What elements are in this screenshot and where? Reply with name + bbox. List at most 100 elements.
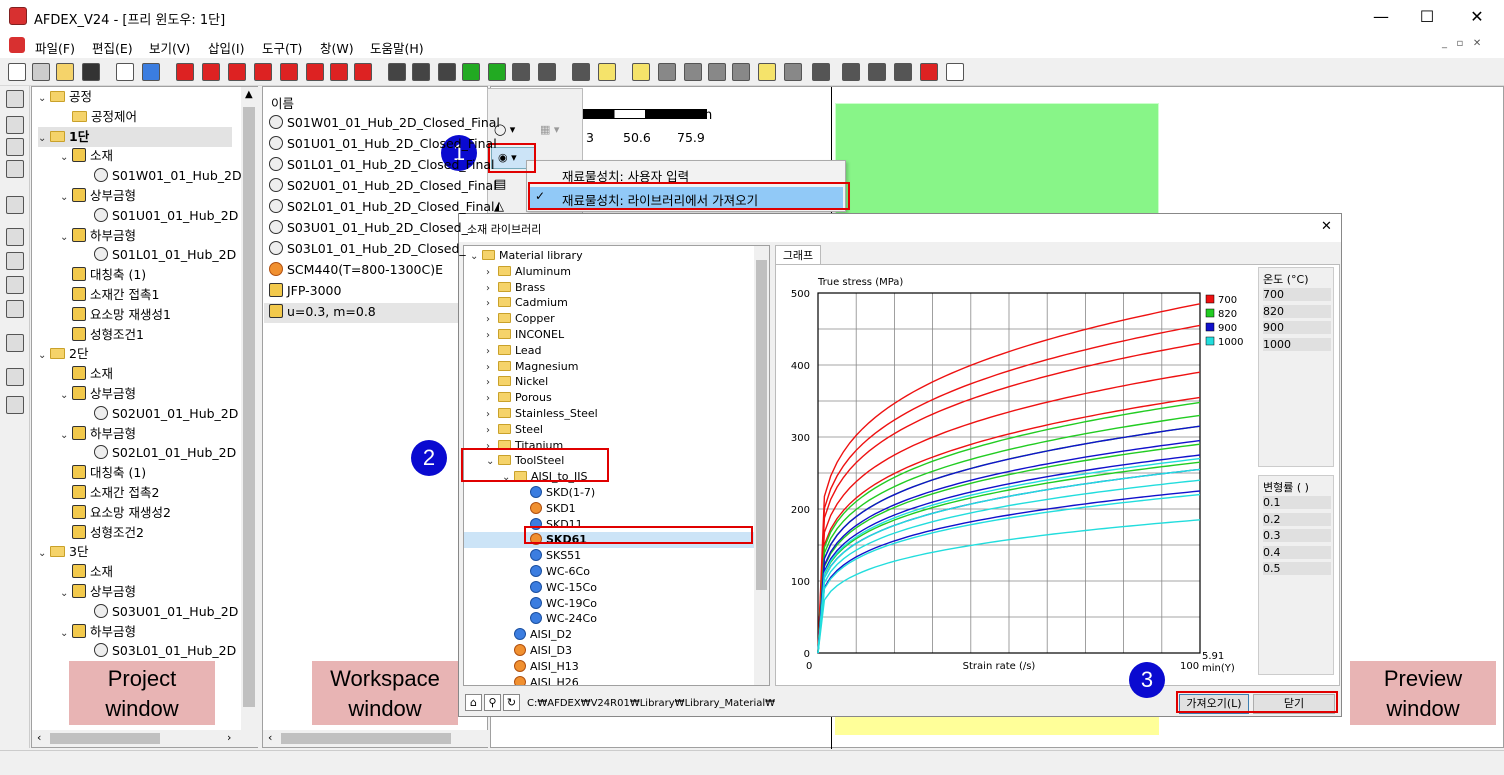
scroll-up-arrow[interactable]: ▲: [245, 89, 253, 100]
toolbar-button-icon[interactable]: [116, 63, 134, 81]
side-tool-icon[interactable]: [6, 160, 24, 178]
library-tree-item[interactable]: › Brass: [486, 280, 545, 296]
toolbar-button-icon[interactable]: [462, 63, 480, 81]
library-tree-item[interactable]: › INCONEL: [486, 327, 564, 343]
toolbar-button-icon[interactable]: [142, 63, 160, 81]
library-tree-item[interactable]: › Stainless_Steel: [486, 406, 598, 422]
library-tree-item[interactable]: › Cadmium: [486, 295, 568, 311]
tree-item[interactable]: ⌄ 상부금형: [60, 186, 136, 206]
toolbar-button-icon[interactable]: [202, 63, 220, 81]
chevron-down-icon[interactable]: ⌄: [38, 129, 50, 149]
search-icon[interactable]: ⚲: [484, 694, 501, 711]
toolbar-button-icon[interactable]: [784, 63, 802, 81]
chevron-right-icon[interactable]: ›: [486, 407, 498, 423]
chevron-down-icon[interactable]: ⌄: [60, 228, 72, 248]
tree-item[interactable]: 공정제어: [60, 107, 137, 127]
strain-item[interactable]: 0.4: [1263, 545, 1331, 559]
workspace-item[interactable]: S03U01_01_Hub_2D_Closed_: [269, 220, 468, 235]
toolbar-button-icon[interactable]: [598, 63, 616, 81]
menu-tools[interactable]: 도구(T): [262, 38, 302, 57]
library-tree-item[interactable]: SKD(1-7): [518, 485, 595, 501]
side-tool-icon[interactable]: [6, 228, 24, 246]
scroll-right-arrow[interactable]: ›: [227, 731, 231, 744]
library-tree-item[interactable]: AISI_H13: [502, 659, 579, 675]
menu-view[interactable]: 보기(V): [149, 38, 190, 57]
workspace-item[interactable]: S02L01_01_Hub_2D_Closed_Final: [269, 199, 495, 214]
chevron-down-icon[interactable]: ⌄: [60, 426, 72, 446]
tree-item[interactable]: 소재: [60, 562, 113, 582]
die-property-button[interactable]: ▤: [494, 177, 514, 197]
side-tool-icon[interactable]: [6, 138, 24, 156]
library-tree-item[interactable]: › Steel: [486, 422, 543, 438]
chevron-down-icon[interactable]: ⌄: [470, 249, 482, 265]
toolbar-button-icon[interactable]: [176, 63, 194, 81]
tree-item[interactable]: ⌄ 하부금형: [60, 424, 136, 444]
side-tool-icon[interactable]: [6, 300, 24, 318]
chevron-down-icon[interactable]: ⌄: [60, 148, 72, 168]
tree-item[interactable]: S01U01_01_Hub_2D: [82, 206, 238, 226]
strain-item[interactable]: 0.1: [1263, 496, 1331, 509]
tree-item[interactable]: ⌄ 3단: [38, 542, 88, 562]
library-tree-item[interactable]: WC-19Co: [518, 596, 597, 612]
toolbar-button-icon[interactable]: [354, 63, 372, 81]
chevron-right-icon[interactable]: ›: [486, 391, 498, 407]
temperature-item[interactable]: 1000: [1263, 337, 1331, 351]
temperature-item[interactable]: 700: [1263, 288, 1331, 301]
library-tree-item[interactable]: AISI_D3: [502, 643, 572, 659]
toolbar-button-icon[interactable]: [946, 63, 964, 81]
toolbar-button-icon[interactable]: [32, 63, 50, 81]
side-tool-icon[interactable]: [6, 252, 24, 270]
side-tool-icon[interactable]: [6, 196, 24, 214]
toolbar-button-icon[interactable]: [412, 63, 430, 81]
strain-item[interactable]: 0.5: [1263, 562, 1331, 575]
library-tree-item[interactable]: › Lead: [486, 343, 541, 359]
toolbar-button-icon[interactable]: [894, 63, 912, 81]
side-tool-icon[interactable]: [6, 334, 24, 352]
tree-item[interactable]: 소재간 접촉1: [60, 285, 159, 305]
toolbar-button-icon[interactable]: [572, 63, 590, 81]
tree-item[interactable]: ⌄ 1단: [38, 126, 232, 149]
tree-item[interactable]: S02L01_01_Hub_2D: [82, 443, 236, 463]
tree-item[interactable]: 대칭축 (1): [60, 265, 146, 285]
toolbar-button-icon[interactable]: [228, 63, 246, 81]
toolbar-button-icon[interactable]: [658, 63, 676, 81]
maximize-button[interactable]: ☐: [1404, 0, 1450, 34]
minimize-button[interactable]: —: [1358, 0, 1404, 34]
tree-item[interactable]: ⌄ 상부금형: [60, 582, 136, 602]
side-tool-icon[interactable]: [6, 116, 24, 134]
workspace-item[interactable]: SCM440(T=800-1300C)E: [269, 262, 443, 277]
workspace-item[interactable]: S01W01_01_Hub_2D_Closed_Final: [269, 115, 500, 130]
tree-item[interactable]: 대칭축 (1): [60, 463, 146, 483]
tree-item[interactable]: S01L01_01_Hub_2D: [82, 245, 236, 265]
library-tree-item[interactable]: WC-24Co: [518, 611, 597, 627]
tree-item[interactable]: S03U01_01_Hub_2D: [82, 602, 238, 622]
workspace-item[interactable]: u=0.3, m=0.8: [269, 304, 376, 319]
toolbar-button-icon[interactable]: [8, 63, 26, 81]
tree-item[interactable]: 소재: [60, 364, 113, 384]
library-tree-item[interactable]: SKD1: [518, 501, 576, 517]
side-tool-icon[interactable]: [6, 396, 24, 414]
toolbar-button-icon[interactable]: [512, 63, 530, 81]
chevron-right-icon[interactable]: ›: [486, 423, 498, 439]
workspace-item[interactable]: S02U01_01_Hub_2D_Closed_Final: [269, 178, 497, 193]
library-tree-item[interactable]: SKS51: [518, 548, 581, 564]
mdi-controls[interactable]: _ ▫ ✕: [1442, 38, 1481, 49]
grid-button[interactable]: ▦ ▾: [540, 123, 576, 145]
toolbar-button-icon[interactable]: [388, 63, 406, 81]
tree-item[interactable]: 성형조건1: [60, 325, 144, 345]
workspace-item[interactable]: S01U01_01_Hub_2D_Closed_Final: [269, 136, 497, 151]
strain-item[interactable]: 0.2: [1263, 512, 1331, 526]
tree-item[interactable]: ⌄ 상부금형: [60, 384, 136, 404]
tree-item[interactable]: 요소망 재생성2: [60, 503, 171, 523]
chevron-down-icon[interactable]: ⌄: [60, 584, 72, 604]
toolbar-button-icon[interactable]: [758, 63, 776, 81]
tree-item[interactable]: ⌄ 하부금형: [60, 226, 136, 246]
close-button[interactable]: ✕: [1454, 0, 1500, 34]
toolbar-button-icon[interactable]: [438, 63, 456, 81]
toolbar-button-icon[interactable]: [732, 63, 750, 81]
menu-file[interactable]: 파일(F): [35, 38, 75, 57]
tree-item[interactable]: ⌄ 2단: [38, 344, 88, 364]
temperature-item[interactable]: 820: [1263, 304, 1331, 318]
toolbar-button-icon[interactable]: [82, 63, 100, 81]
library-tree-item[interactable]: › Magnesium: [486, 359, 578, 375]
